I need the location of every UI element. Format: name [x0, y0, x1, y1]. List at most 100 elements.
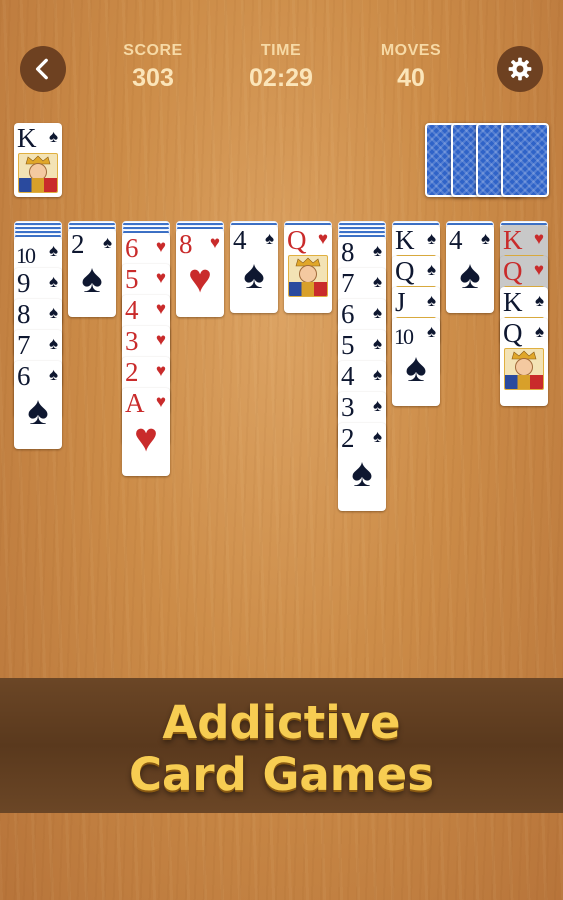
card-rank: 4: [449, 225, 463, 255]
card-suit: ♠: [48, 334, 58, 353]
card-rank: 8: [179, 229, 193, 259]
card-center-suit: ♥: [134, 415, 158, 460]
card-suit: ♥: [155, 268, 166, 287]
card-8-of-hearts[interactable]: 8 ♥ ♥: [176, 229, 224, 317]
time-value: 02:29: [249, 64, 313, 92]
settings-button[interactable]: [497, 46, 543, 92]
card-suit: ♠: [264, 229, 274, 248]
card-suit: ♠: [48, 241, 58, 260]
card-rank: Q: [395, 256, 415, 286]
card-ace-of-hearts[interactable]: A ♥ ♥: [122, 388, 170, 476]
card-suit: ♥: [533, 229, 544, 248]
card-rank: 3: [125, 326, 139, 356]
card-4-of-spades[interactable]: 4♠♠: [446, 225, 494, 313]
card-suit: ♥: [155, 361, 166, 380]
banner-line-2: Card Games: [129, 748, 434, 801]
card-suit: ♠: [534, 291, 544, 310]
card-suit: ♥: [155, 299, 166, 318]
card-suit: ♠: [48, 127, 58, 146]
card-center-suit: ♠: [405, 345, 427, 390]
card-rank: 2: [341, 423, 355, 453]
card-suit: ♠: [480, 229, 490, 248]
card-center-suit: ♠: [81, 256, 103, 301]
card-rank: 4: [125, 295, 139, 325]
face-card-art: [504, 348, 544, 390]
card-rank: 6: [341, 299, 355, 329]
card-rank: A: [125, 388, 145, 418]
card-suit: ♥: [155, 330, 166, 349]
card-rank: 2: [71, 229, 85, 259]
stock-card-back[interactable]: [501, 123, 549, 197]
card-suit: ♠: [48, 365, 58, 384]
card-rank: 4: [341, 361, 355, 391]
card-suit: ♠: [426, 291, 436, 310]
card-center-suit: ♠: [459, 252, 481, 297]
card-center-suit: ♠: [243, 252, 265, 297]
card-rank: K: [395, 225, 415, 255]
score-label: SCORE: [123, 42, 183, 59]
card-suit: ♥: [155, 392, 166, 411]
card-suit: ♠: [372, 241, 382, 260]
card-suit: ♠: [48, 272, 58, 291]
card-suit: ♠: [102, 233, 112, 252]
card-suit: ♠: [372, 365, 382, 384]
moves-value: 40: [397, 64, 425, 92]
face-card-art: [288, 255, 328, 297]
completed-pile-card: K ♠: [14, 123, 62, 197]
card-center-suit: ♠: [27, 388, 49, 433]
card-suit: ♠: [426, 229, 436, 248]
card-suit: ♠: [372, 396, 382, 415]
king-face-art: [18, 153, 58, 193]
card-suit: ♠: [372, 334, 382, 353]
card-queen-of-hearts[interactable]: Q ♥: [284, 225, 332, 313]
card-6-of-spades[interactable]: 6♠♠: [14, 361, 62, 449]
card-suit: ♠: [372, 427, 382, 446]
card-rank: 8: [341, 237, 355, 267]
card-center-suit: ♥: [188, 256, 212, 301]
moves-display: MOVES 40: [356, 42, 466, 93]
card-suit: ♠: [534, 322, 544, 341]
card-10-of-spades[interactable]: 10♠♠: [392, 318, 440, 406]
card-rank: 2: [125, 357, 139, 387]
card-rank: 7: [341, 268, 355, 298]
chevron-left-icon: [35, 58, 48, 80]
card-rank: Q: [503, 256, 523, 286]
card-rank: K: [503, 287, 523, 317]
card-rank: 8: [17, 299, 31, 329]
card-rank: J: [395, 287, 406, 317]
card-suit: ♠: [48, 303, 58, 322]
card-4-of-spades[interactable]: 4♠♠: [230, 225, 278, 313]
card-rank: 3: [341, 392, 355, 422]
card-center-suit: ♠: [351, 450, 373, 495]
card-suit: ♠: [426, 260, 436, 279]
card-rank: Q: [503, 318, 523, 348]
card-suit: ♥: [533, 260, 544, 279]
card-rank: K: [503, 225, 523, 255]
promo-banner: Addictive Card Games: [0, 678, 563, 813]
score-value: 303: [132, 64, 174, 92]
time-label: TIME: [260, 42, 302, 59]
card-rank: 6: [125, 233, 139, 263]
card-rank: 5: [125, 264, 139, 294]
card-suit: ♠: [426, 322, 436, 341]
card-rank: 6: [17, 361, 31, 391]
card-rank: 7: [17, 330, 31, 360]
card-rank: Q: [287, 225, 307, 255]
card-2-of-spades[interactable]: 2 ♠ ♠: [338, 423, 386, 511]
moves-label: MOVES: [380, 42, 442, 59]
card-rank: 9: [17, 268, 31, 298]
card-rank: 5: [341, 330, 355, 360]
card-suit: ♠: [372, 303, 382, 322]
card-queen-of-spades[interactable]: Q ♠: [500, 318, 548, 406]
gear-icon: [508, 57, 532, 81]
card-suit: ♥: [209, 233, 220, 252]
back-button[interactable]: [20, 46, 66, 92]
card-rank: K: [17, 123, 37, 153]
banner-line-1: Addictive: [162, 696, 401, 749]
card-rank: 4: [233, 225, 247, 255]
card-2-of-spades[interactable]: 2 ♠ ♠: [68, 229, 116, 317]
card-suit: ♥: [155, 237, 166, 256]
card-suit: ♥: [317, 229, 328, 248]
time-display: TIME 02:29: [226, 42, 336, 93]
card-suit: ♠: [372, 272, 382, 291]
